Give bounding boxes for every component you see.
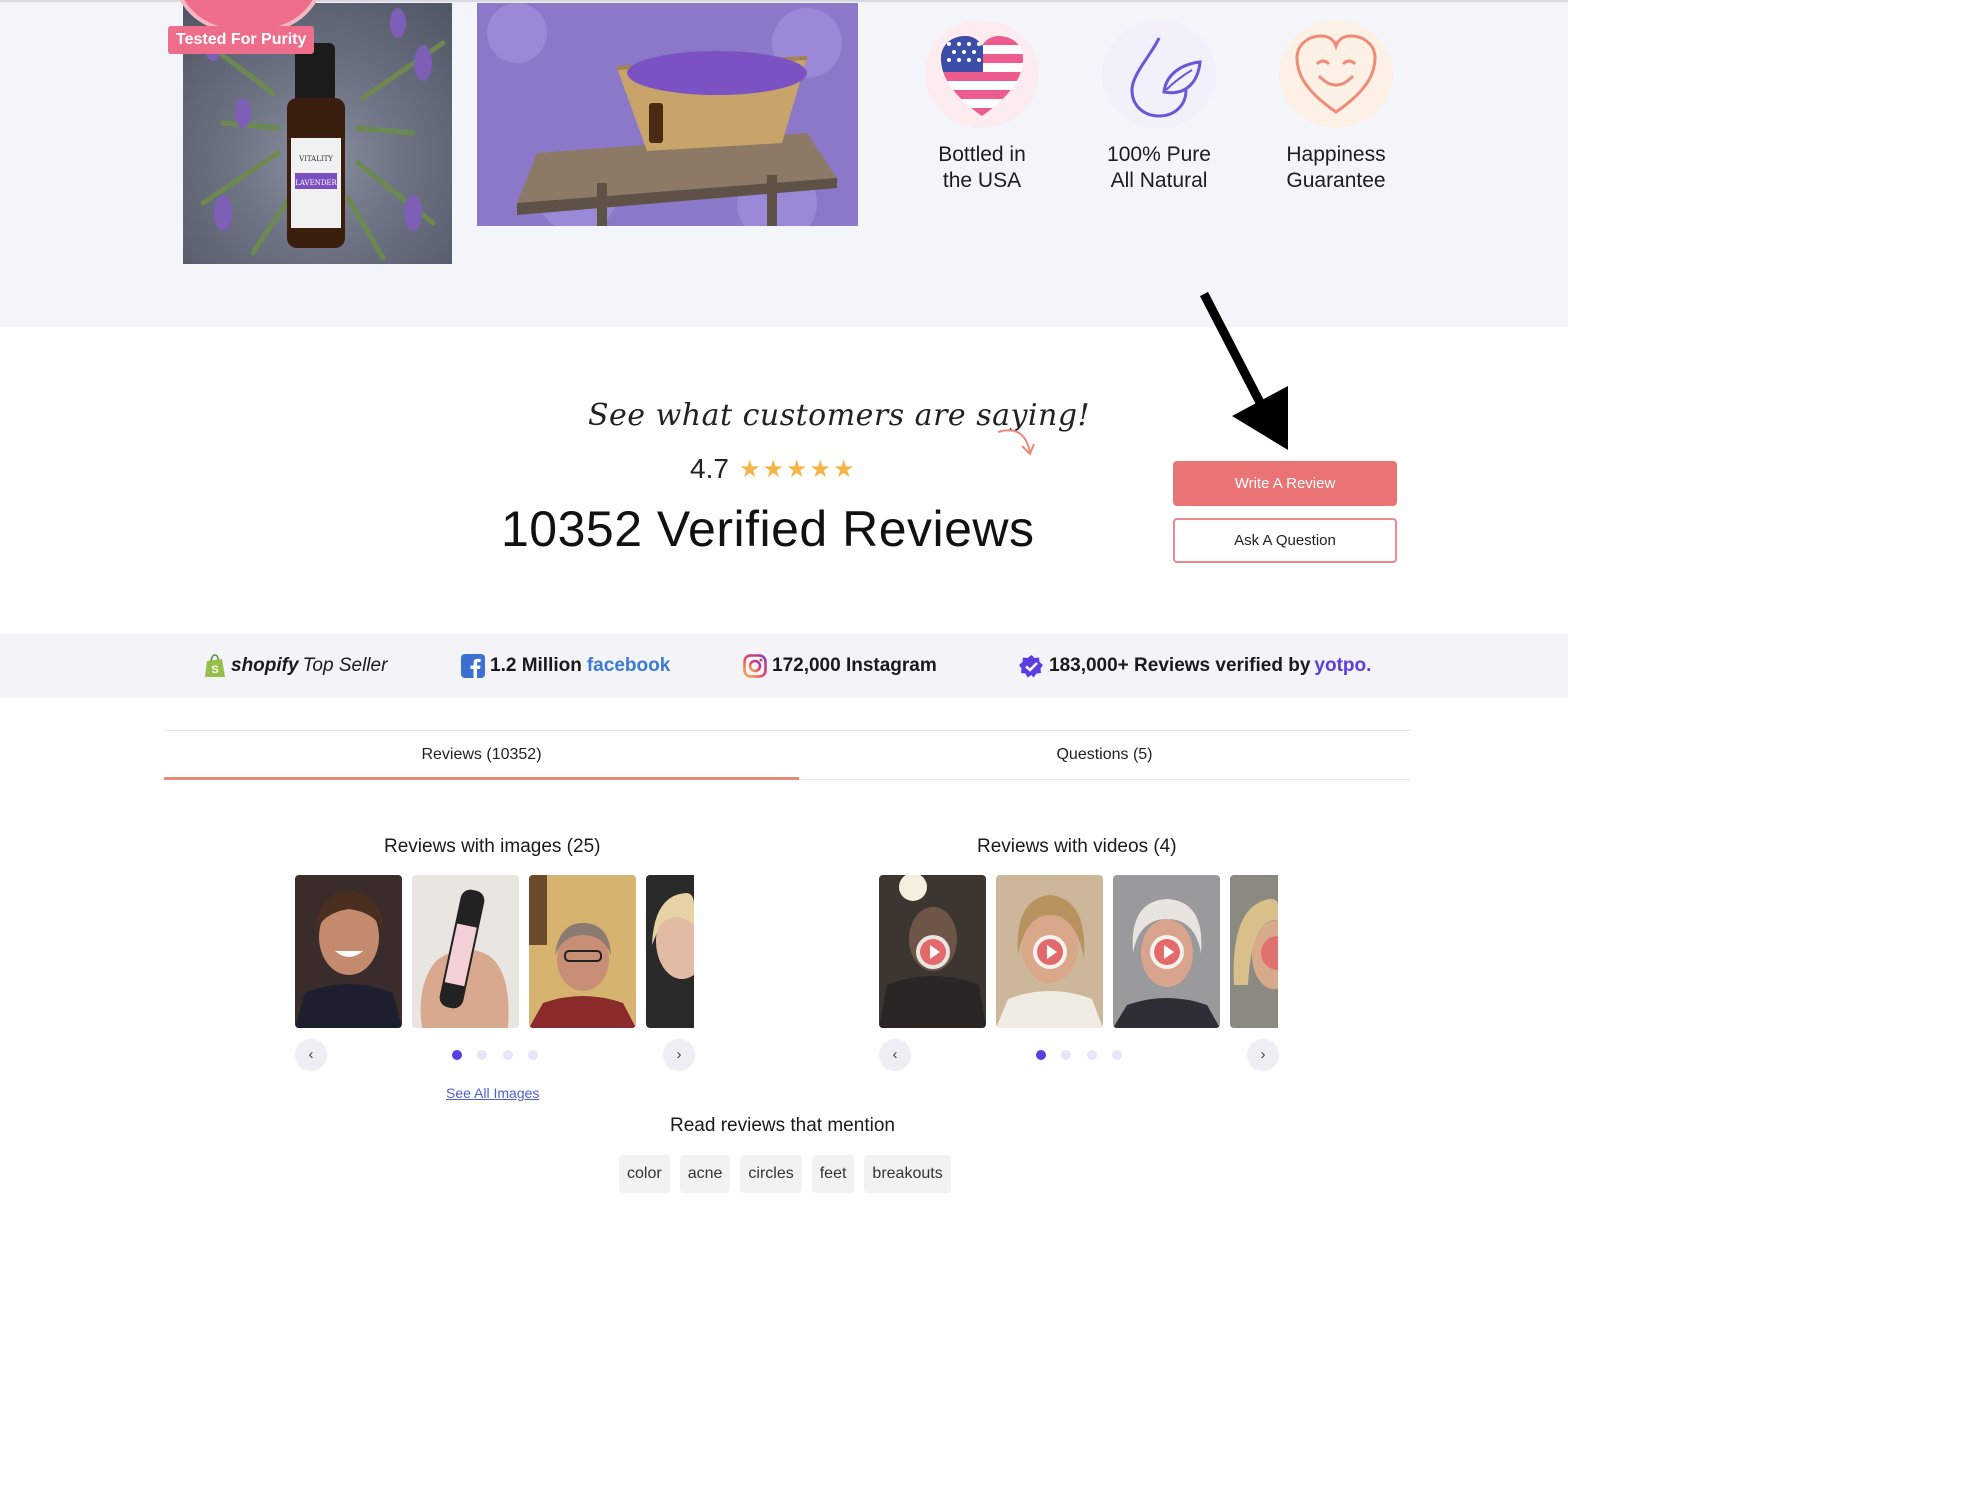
feature-label-line1: Happiness <box>1286 143 1386 166</box>
star-icon: ★ <box>833 455 855 483</box>
mention-tag[interactable]: acne <box>679 1155 731 1193</box>
review-video-thumbnail[interactable] <box>1113 875 1220 1028</box>
star-icon: ★ <box>809 455 831 483</box>
images-next-button[interactable]: › <box>663 1039 695 1071</box>
trust-facebook: 1.2 Million facebook <box>461 634 670 698</box>
water-drop-leaf-icon <box>1102 20 1216 128</box>
feature-bottled-usa: Bottled in the USA <box>907 20 1057 194</box>
mention-tag[interactable]: color <box>619 1155 670 1193</box>
usa-heart-icon <box>925 20 1039 128</box>
trust-bar: S shopify Top Seller 1.2 Million faceboo… <box>0 634 1568 698</box>
verified-reviews-title: 10352 Verified Reviews <box>501 501 1035 557</box>
videos-prev-button[interactable]: ‹ <box>879 1039 911 1071</box>
review-image-thumbnail[interactable] <box>295 875 402 1028</box>
ask-question-button[interactable]: Ask A Question <box>1173 518 1397 563</box>
smiling-heart-icon <box>1279 20 1393 128</box>
videos-page-dot[interactable] <box>1061 1050 1071 1060</box>
videos-page-dot[interactable] <box>1112 1050 1122 1060</box>
yotpo-wordmark: yotpo. <box>1314 655 1372 676</box>
images-page-dot[interactable] <box>452 1050 462 1060</box>
play-icon[interactable] <box>1150 935 1184 969</box>
facebook-icon <box>461 654 485 678</box>
bottle-brand-text: VITALITY <box>298 155 333 163</box>
purity-badge: Tested For Purity <box>168 26 315 54</box>
feature-label-line2: the USA <box>942 169 1022 192</box>
images-page-dot[interactable] <box>528 1050 538 1060</box>
facebook-count: 1.2 Million <box>490 655 582 676</box>
images-page-dot[interactable] <box>503 1050 513 1060</box>
review-image-thumbnail[interactable] <box>646 875 694 1028</box>
feature-label-line1: 100% Pure <box>1107 143 1211 166</box>
yotpo-reviews-text: 183,000+ Reviews verified by <box>1049 655 1311 676</box>
pointing-arrow-icon <box>1200 291 1288 450</box>
rating-summary: 4.7 ★ ★ ★ ★ ★ <box>690 452 857 486</box>
play-icon[interactable] <box>1033 935 1067 969</box>
curved-arrow-icon <box>997 429 1035 456</box>
trust-yotpo: 183,000+ Reviews verified by yotpo. <box>1019 634 1371 698</box>
mentions-title: Read reviews that mention <box>670 1115 895 1136</box>
videos-page-dot[interactable] <box>1036 1050 1046 1060</box>
feature-happiness-guarantee: Happiness Guarantee <box>1261 20 1411 194</box>
play-icon[interactable] <box>916 935 950 969</box>
mention-tag[interactable]: circles <box>740 1155 802 1193</box>
lavender-basket-photo <box>477 3 858 226</box>
shopify-top-seller-text: Top Seller <box>302 655 388 676</box>
tab-reviews[interactable]: Reviews (10352) <box>164 731 799 779</box>
mention-tag[interactable]: breakouts <box>864 1155 951 1193</box>
feature-pure-natural: 100% Pure All Natural <box>1084 20 1234 194</box>
trust-shopify: S shopify Top Seller <box>204 634 387 698</box>
instagram-count-text: 172,000 Instagram <box>772 655 937 676</box>
trust-instagram: 172,000 Instagram <box>743 634 937 698</box>
star-icon: ★ <box>738 455 761 483</box>
mention-tag[interactable]: feet <box>811 1155 855 1193</box>
review-video-thumbnail[interactable] <box>879 875 986 1028</box>
review-image-thumbnail[interactable] <box>529 875 636 1028</box>
feature-label-line2: All Natural <box>1110 169 1208 192</box>
videos-next-button[interactable]: › <box>1247 1039 1279 1071</box>
active-tab-indicator <box>164 777 799 780</box>
feature-label-line1: Bottled in <box>938 143 1026 166</box>
shopify-bag-icon: S <box>205 654 225 677</box>
videos-page-dot[interactable] <box>1087 1050 1097 1060</box>
review-video-thumbnail[interactable] <box>1230 875 1278 1028</box>
write-review-button[interactable]: Write A Review <box>1173 461 1397 506</box>
tab-questions[interactable]: Questions (5) <box>799 731 1410 779</box>
review-image-thumbnail[interactable] <box>412 875 519 1028</box>
bottle-product-text: LAVENDER <box>295 179 337 187</box>
verified-badge-icon <box>1019 654 1043 677</box>
shopify-wordmark: shopify <box>231 655 299 676</box>
feature-label-line2: Guarantee <box>1286 169 1386 192</box>
images-prev-button[interactable]: ‹ <box>295 1039 327 1071</box>
svg-text:S: S <box>211 664 218 676</box>
see-all-images-link[interactable]: See All Images <box>446 1085 539 1101</box>
facebook-wordmark: facebook <box>586 655 671 676</box>
instagram-icon <box>743 654 767 678</box>
images-gallery-title: Reviews with images (25) <box>384 836 601 857</box>
rating-value: 4.7 <box>690 453 729 484</box>
mention-tags: color acne circles feet breakouts <box>619 1155 961 1193</box>
review-video-thumbnail[interactable] <box>996 875 1103 1028</box>
star-icon: ★ <box>785 455 808 483</box>
star-icon: ★ <box>762 455 784 483</box>
videos-gallery-title: Reviews with videos (4) <box>977 836 1177 857</box>
images-page-dot[interactable] <box>477 1050 487 1060</box>
